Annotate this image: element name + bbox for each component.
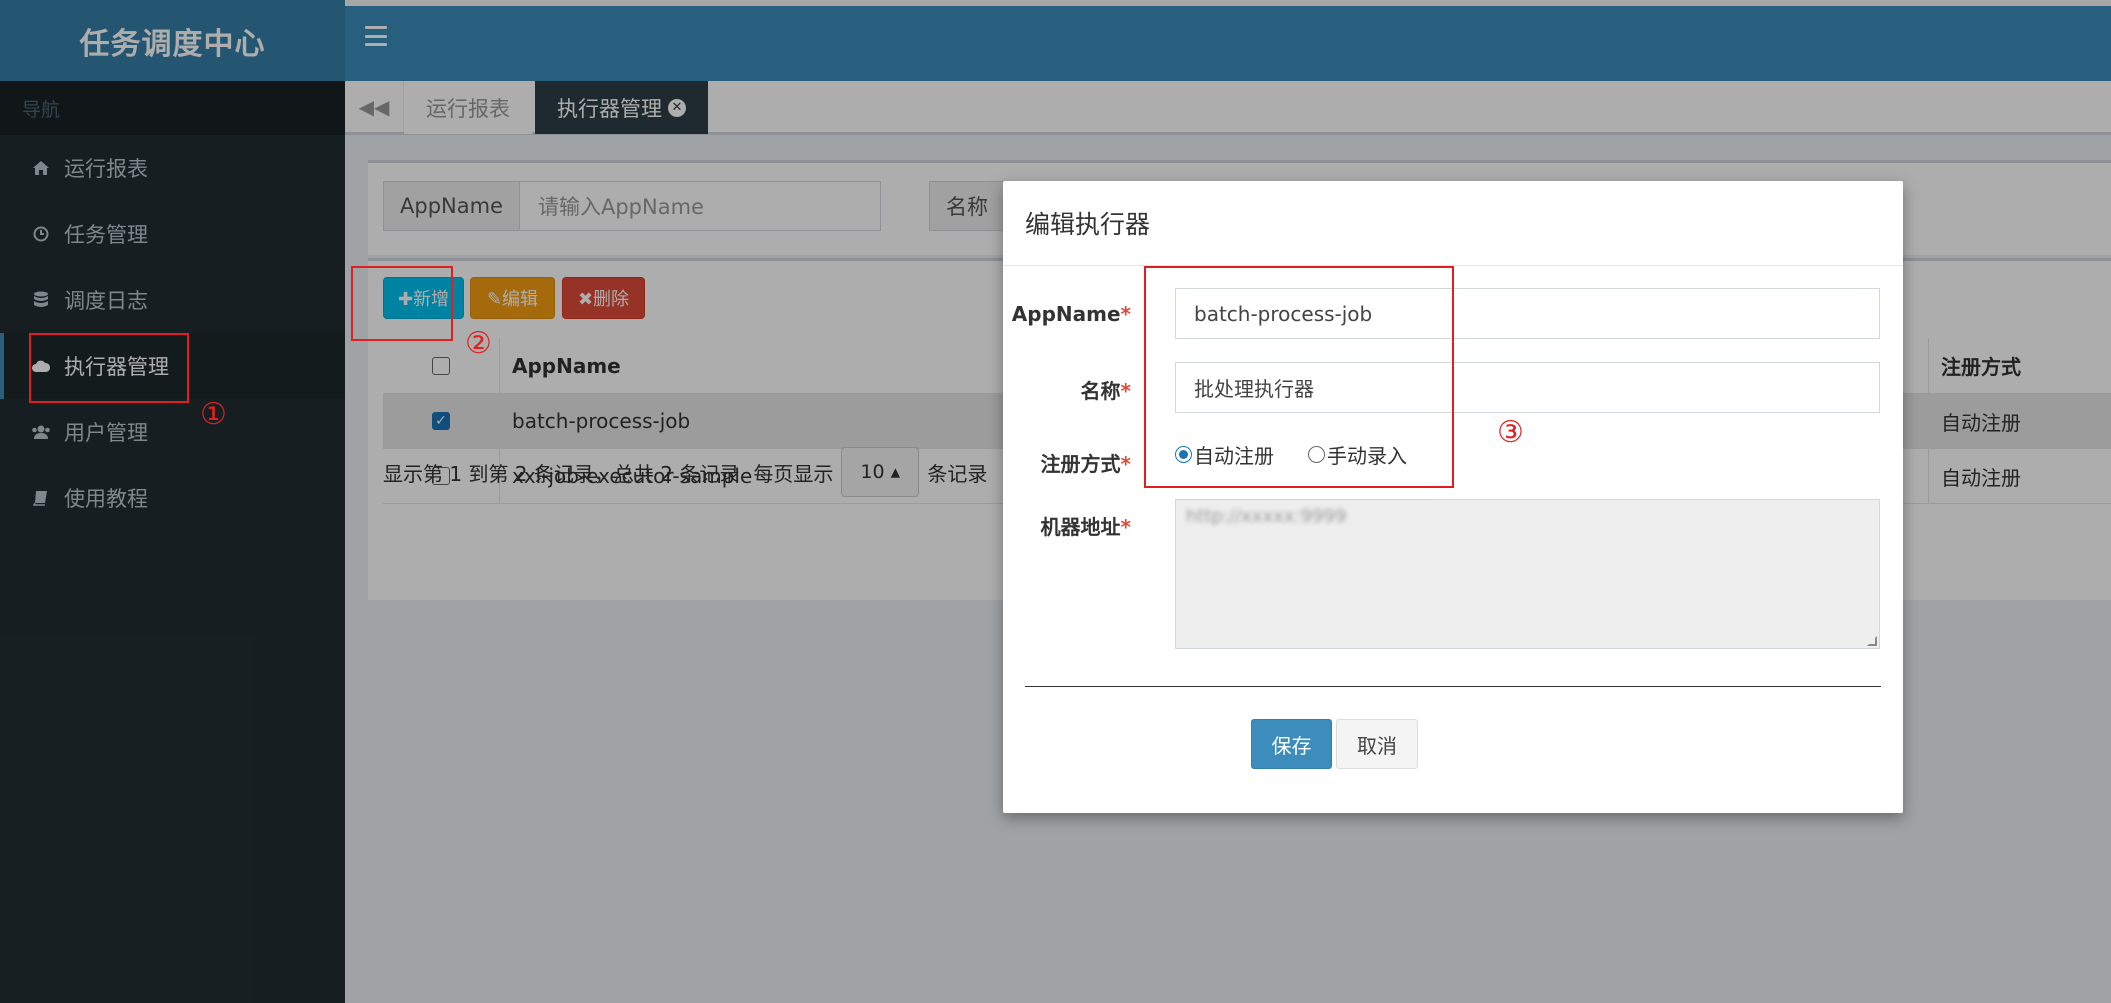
address-label: 机器地址* bbox=[1040, 515, 1131, 539]
register-type-label: 注册方式* bbox=[1040, 452, 1131, 476]
annotation-number-3: ③ bbox=[1497, 415, 1524, 450]
modal-title: 编辑执行器 bbox=[1003, 181, 1903, 266]
name-label: 名称* bbox=[1080, 379, 1131, 403]
annotation-box-2 bbox=[351, 266, 453, 341]
cancel-button[interactable]: 取消 bbox=[1336, 719, 1418, 769]
annotation-box-3 bbox=[1144, 266, 1454, 488]
save-button[interactable]: 保存 bbox=[1251, 719, 1332, 769]
appname-label: AppName* bbox=[1011, 302, 1131, 326]
annotation-number-1: ① bbox=[200, 397, 227, 432]
annotation-number-2: ② bbox=[465, 326, 492, 361]
modal-divider bbox=[1025, 686, 1881, 687]
resize-handle-icon[interactable] bbox=[1867, 636, 1877, 646]
address-textarea[interactable]: http://xxxxx:9999 bbox=[1175, 499, 1880, 649]
annotation-box-1 bbox=[29, 333, 189, 403]
address-value-blurred: http://xxxxx:9999 bbox=[1186, 506, 1347, 527]
